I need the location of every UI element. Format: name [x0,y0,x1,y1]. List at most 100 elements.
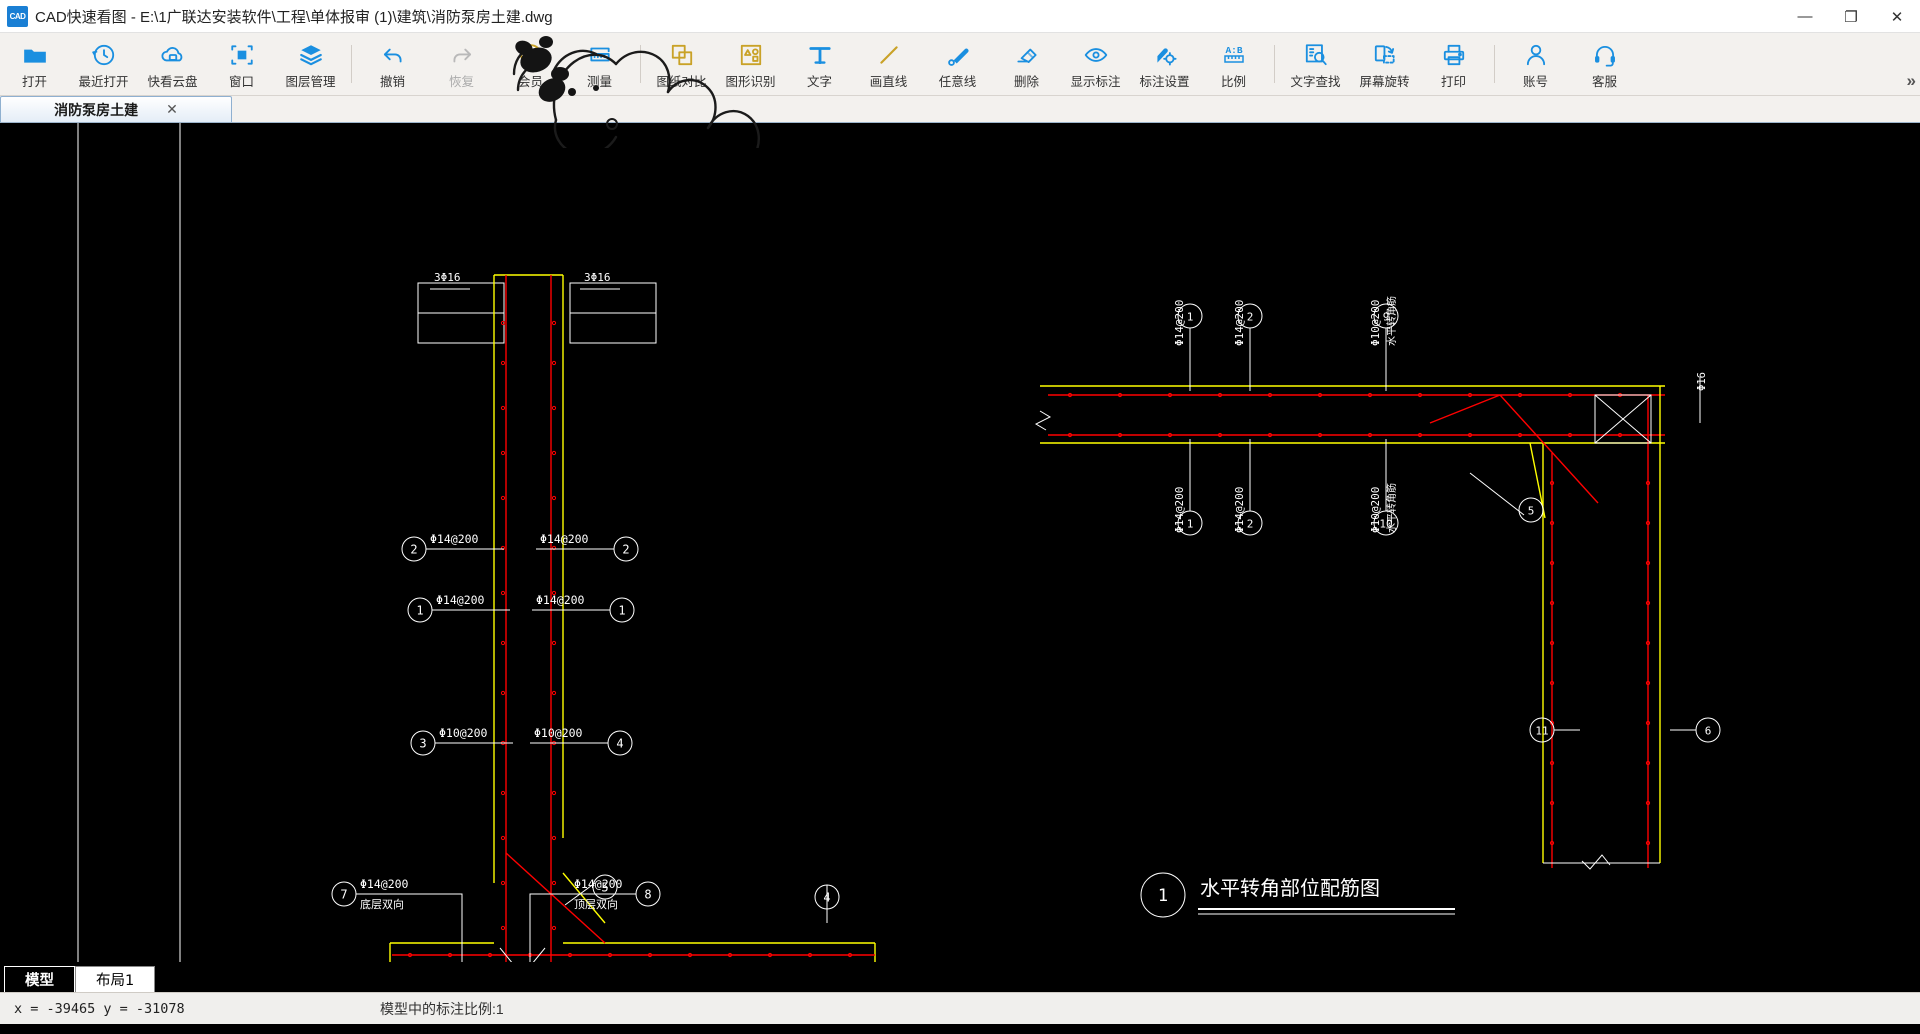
document-tab-strip: 消防泵房土建 ✕ [0,96,1920,123]
toolbar-button-label: 恢复 [448,74,474,89]
callout-group: 1Φ14@200 [1173,300,1203,391]
toolbar-button-folder-open[interactable]: 打开 [0,33,69,95]
rebar-spec-text: Φ14@200 [1233,487,1246,533]
rebar-dot [500,790,506,796]
layout-tab-layout1[interactable]: 布局1 [75,966,156,992]
rebar-dot [500,320,506,326]
rebar-spec-text: Φ14@200 [1173,487,1186,533]
toolbar-button-eye[interactable]: 显示标注 [1061,33,1130,95]
callout-number: 5 [601,881,608,895]
toolbar-button-label: 账号 [1522,74,1548,89]
coordinate-readout: x = -39465 y = -31078 [14,1000,185,1017]
measure-ruler-icon [587,42,613,69]
callout-group: 1Φ14@200 [532,593,635,623]
rebar-label-top: 3Φ16 [434,271,461,284]
callout-number: 5 [1528,505,1535,518]
break-symbol [1581,854,1611,870]
rebar-dot [551,925,557,931]
callout-number: 7 [340,888,347,902]
callout-group: 2 Φ14@200 [401,532,504,562]
toolbar-overflow-icon[interactable]: » [1907,71,1916,91]
rebar-spec-text: Φ14@200 [436,593,485,607]
toolbar-button-label: 快看云盘 [147,74,198,89]
toolbar-button-label: 标注设置 [1139,74,1190,89]
toolbar-button-vip-crown[interactable]: VIP 会员 [496,33,565,95]
text-search-icon [1303,42,1329,69]
app-logo-icon: CAD [7,5,28,27]
toolbar-button-headset[interactable]: 客服 [1570,33,1639,95]
toolbar-button-eraser[interactable]: 删除 [992,33,1061,95]
cad-drawing-canvas[interactable]: 3Φ163Φ164Φ162Φ14@2002Φ14@2001Φ14@2001Φ14… [0,123,1920,962]
callout-group: 10Φ10@200 水平转角筋 [1369,439,1399,536]
toolbar-button-ratio-ab[interactable]: A:B 比例 [1199,33,1268,95]
shape-recognize-icon [738,42,764,69]
rebar-spec-text: Φ10@200 [1369,487,1382,533]
toolbar-button-label: 比例 [1220,74,1246,89]
minimize-button[interactable]: — [1782,0,1828,33]
toolbar-button-printer[interactable]: 打印 [1419,33,1488,95]
document-tab[interactable]: 消防泵房土建 ✕ [0,96,232,122]
window-title: CAD快速看图 - E:\1广联达安装软件\工程\单体报审 (1)\建筑\消防泵… [35,8,553,26]
toolbar-button-redo-arrow[interactable]: 恢复 [427,33,496,95]
rebar-dot [551,495,557,501]
eraser-icon [1014,42,1040,69]
rebar-spec-text: Φ14@200 [430,532,479,546]
close-button[interactable]: ✕ [1874,0,1920,33]
svg-text:A:B: A:B [1225,45,1242,56]
callout-group: 1Φ14@200 [407,593,510,623]
toolbar-button-layers[interactable]: 图层管理 [276,33,345,95]
close-icon[interactable]: ✕ [166,101,178,118]
rebar-dot [551,880,557,886]
toolbar-button-label: 显示标注 [1070,74,1121,89]
rebar-note-text: 底层双向 [360,897,404,911]
rebar-dot [551,690,557,696]
ratio-ab-icon: A:B [1220,42,1248,69]
callout-number: 2 [410,543,417,557]
layout-tab-bar: 模型 布局1 [0,962,1920,992]
layout-tab-model[interactable]: 模型 [4,966,75,992]
callout-number: 2 [1247,311,1254,324]
text-tool-icon [807,42,833,69]
edge-rebar-label: Φ16 [1696,372,1708,391]
toolbar-button-window-frame[interactable]: 窗口 [207,33,276,95]
window-frame-icon [229,42,255,69]
callout-group: 2Φ14@200 [1233,300,1263,391]
toolbar-button-compare-sheets[interactable]: 图纸对比 [647,33,716,95]
toolbar-button-annotation-gear[interactable]: 标注设置 [1130,33,1199,95]
toolbar-button-label: 撤销 [379,74,405,89]
freehand-pen-icon [945,42,971,69]
rebar-dot [551,790,557,796]
toolbar-button-text-search[interactable]: 文字查找 [1281,33,1350,95]
toolbar-button-cloud[interactable]: 快看云盘 [138,33,207,95]
toolbar-button-freehand-pen[interactable]: 任意线 [923,33,992,95]
toolbar-button-recent-clock[interactable]: 最近打开 [69,33,138,95]
rebar-spec-text: Φ10@200 [439,726,488,740]
drawing-title: 水平转角部位配筋图 [1200,876,1380,900]
toolbar-button-label: 文字查找 [1290,74,1341,89]
rebar-dot [551,640,557,646]
callout-number: 1 [1187,518,1194,531]
toolbar-button-measure-ruler[interactable]: 测量 [565,33,634,95]
toolbar-button-undo-arrow[interactable]: 撤销 [358,33,427,95]
annotation-scale-readout: 模型中的标注比例:1 [380,1000,504,1017]
leader-line [529,893,570,962]
layers-icon [298,42,324,69]
rebar-note-text: 顶层双向 [574,897,618,911]
toolbar-button-shape-recognize[interactable]: 图形识别 [716,33,785,95]
annotation-gear-icon [1152,42,1178,69]
toolbar-separator [640,45,641,83]
toolbar-button-text-tool[interactable]: 文字 [785,33,854,95]
main-toolbar: 打开 最近打开 快看云盘 窗口 图层管理 撤销 恢复 VIP 会员 测量 图纸对比 [0,33,1920,96]
toolbar-button-user-account[interactable]: 账号 [1501,33,1570,95]
break-symbol [1034,410,1052,431]
screen-rotate-icon [1372,42,1398,69]
toolbar-button-screen-rotate[interactable]: 屏幕旋转 [1350,33,1419,95]
leader-line [1469,472,1525,516]
rebar-dot [500,590,506,596]
toolbar-button-line-tool[interactable]: 画直线 [854,33,923,95]
toolbar-button-label: 屏幕旋转 [1359,74,1410,89]
recent-clock-icon [91,42,117,69]
line-tool-icon [876,42,902,69]
corner-diagonal-red [1499,394,1599,504]
maximize-button[interactable]: ❐ [1828,0,1874,33]
